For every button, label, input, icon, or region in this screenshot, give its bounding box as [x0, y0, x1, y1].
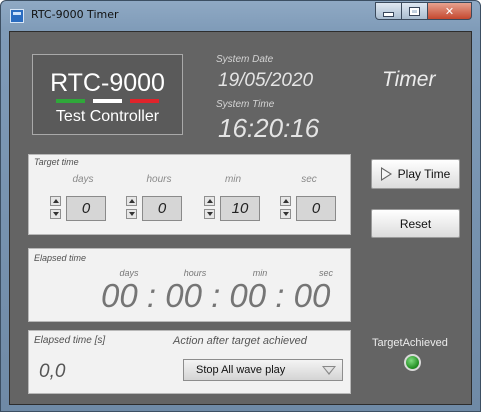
hours-stepper: [126, 196, 137, 219]
reset-label: Reset: [399, 216, 432, 231]
action-dropdown[interactable]: Stop All wave play: [183, 359, 343, 381]
elapsed-seconds-label: Elapsed time [s]: [34, 335, 106, 346]
action-label: Action after target achieved: [173, 335, 307, 347]
elapsed-time-label: Elapsed time: [34, 253, 87, 263]
window-controls: ✕: [375, 2, 472, 20]
elapsed-time-panel: Elapsed time days hours min sec 00 : 00 …: [28, 248, 351, 322]
reset-button[interactable]: Reset: [371, 209, 460, 238]
timer-heading: Timer: [382, 68, 436, 91]
maximize-icon: [409, 6, 420, 16]
days-increment-button[interactable]: [50, 196, 61, 206]
target-days-unit: days: [72, 174, 94, 185]
action-dropdown-value: Stop All wave play: [196, 364, 286, 376]
logo-title: RTC-9000: [50, 69, 165, 97]
title-bar[interactable]: RTC-9000 Timer ✕: [1, 1, 480, 31]
target-achieved-led: [404, 354, 421, 371]
hours-increment-button[interactable]: [126, 196, 137, 206]
play-icon: [380, 167, 392, 181]
target-min-unit: min: [224, 174, 242, 185]
target-hours-input[interactable]: 0: [142, 196, 182, 221]
min-increment-button[interactable]: [204, 196, 215, 206]
target-min-input[interactable]: 10: [220, 196, 260, 221]
min-stepper: [204, 196, 215, 219]
logo-subtitle: Test Controller: [55, 108, 160, 125]
days-decrement-button[interactable]: [50, 209, 61, 219]
days-stepper: [50, 196, 61, 219]
target-sec-input[interactable]: 0: [296, 196, 336, 221]
system-time-label: System Time: [216, 99, 275, 110]
window-title: RTC-9000 Timer: [31, 8, 119, 21]
elapsed-time-value: 00 : 00 : 00 : 00: [101, 277, 331, 314]
min-decrement-button[interactable]: [204, 209, 215, 219]
target-sec-unit: sec: [301, 174, 317, 185]
app-window: RTC-9000 Timer ✕ RTC-9000 Test Controlle…: [0, 0, 481, 412]
target-time-panel: Target time days 0 hours 0 min 10 sec 0: [28, 154, 351, 235]
system-date-label: System Date: [216, 54, 274, 65]
play-time-label: Play Time: [397, 167, 451, 181]
chevron-down-icon: [322, 366, 336, 375]
hours-decrement-button[interactable]: [126, 209, 137, 219]
play-time-button[interactable]: Play Time: [371, 159, 460, 189]
close-button[interactable]: ✕: [428, 2, 472, 20]
close-icon: ✕: [444, 4, 455, 18]
sec-increment-button[interactable]: [280, 196, 291, 206]
sec-stepper: [280, 196, 291, 219]
app-icon: [10, 9, 24, 23]
elapsed-seconds-panel: Elapsed time [s] 0,0 Action after target…: [28, 330, 351, 394]
system-date-value: 19/05/2020: [218, 70, 314, 91]
logo-stripe-green: [56, 99, 85, 103]
sec-decrement-button[interactable]: [280, 209, 291, 219]
logo: RTC-9000 Test Controller: [32, 54, 183, 135]
elapsed-seconds-value: 0,0: [39, 361, 66, 382]
target-days-input[interactable]: 0: [66, 196, 106, 221]
system-time-value: 16:20:16: [218, 113, 320, 143]
target-time-label: Target time: [34, 157, 79, 167]
minimize-icon: [383, 11, 394, 17]
maximize-button[interactable]: [402, 2, 428, 20]
logo-stripe-red: [130, 99, 159, 103]
main-panel: RTC-9000 Test Controller System Date 19/…: [9, 31, 472, 405]
logo-stripe-white: [93, 99, 122, 103]
target-hours-unit: hours: [146, 174, 172, 185]
minimize-button[interactable]: [375, 2, 402, 20]
target-achieved-label: TargetAchieved: [372, 337, 448, 349]
